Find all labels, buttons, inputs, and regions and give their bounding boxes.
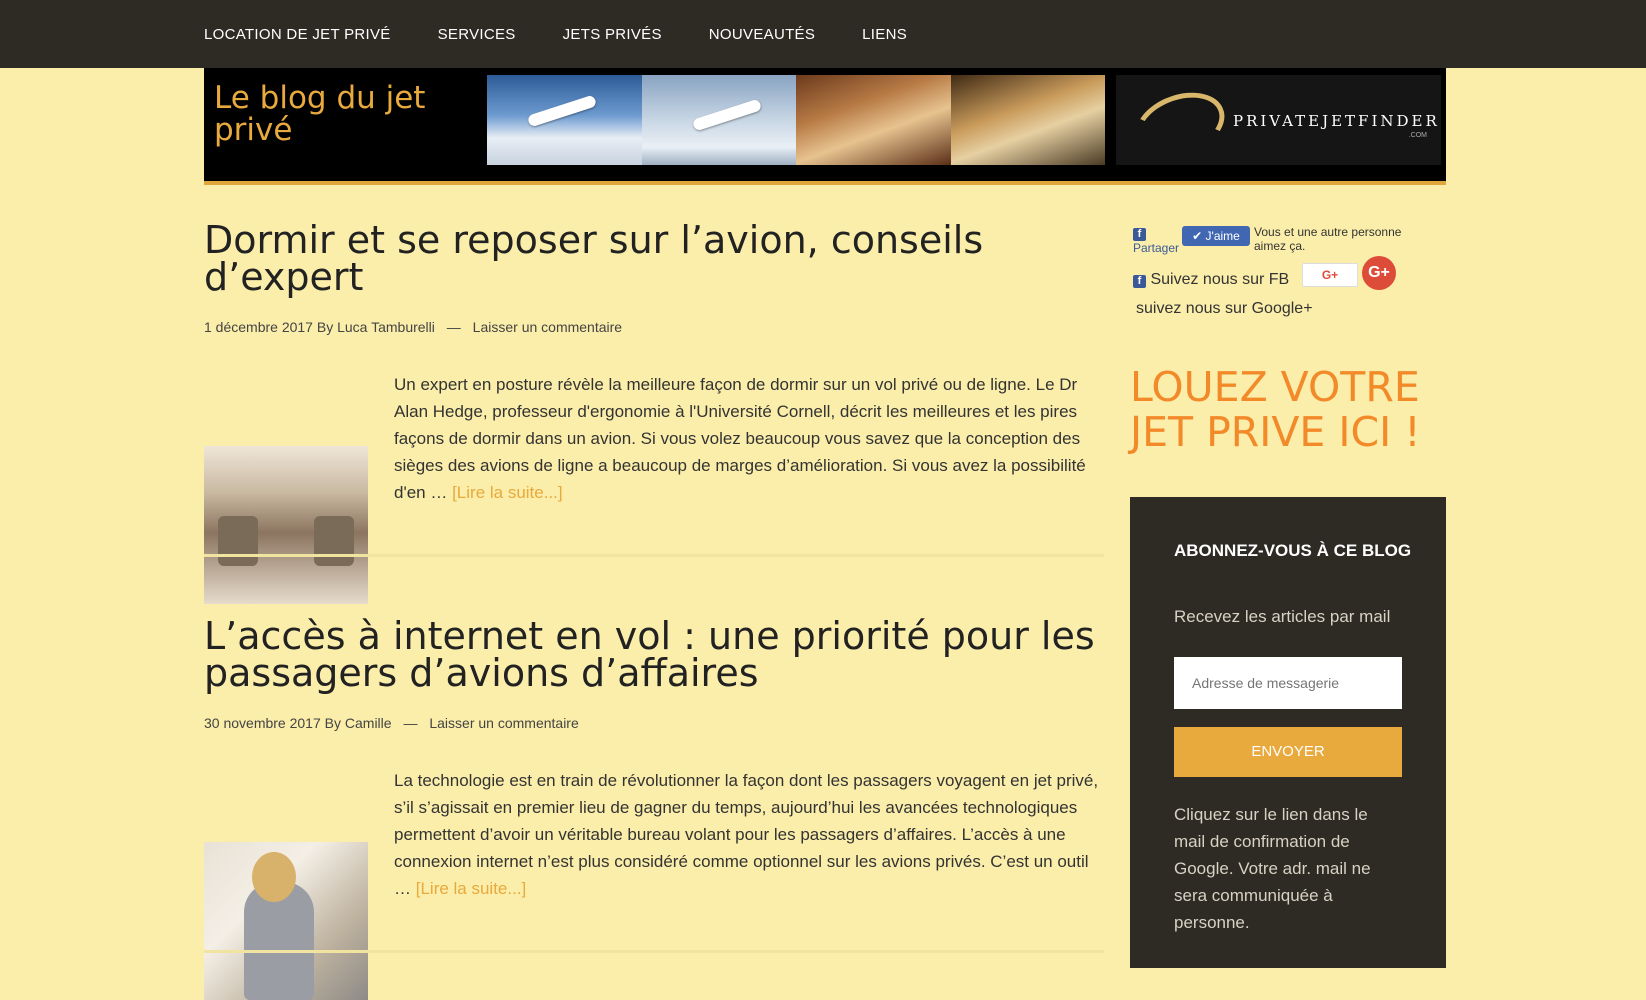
site-title[interactable]: Le blog du jet privé [214, 82, 434, 146]
facebook-icon: f [1133, 228, 1146, 241]
facebook-icon: f [1133, 275, 1146, 288]
jet-cabin-photo [796, 75, 951, 165]
like-count-text: Vous et une autre personne aimez ça. [1254, 225, 1402, 253]
follow-facebook-link[interactable]: f Suivez nous sur FB [1133, 271, 1289, 289]
follow-fb-label: Suivez nous sur FB [1150, 271, 1290, 288]
post-date: 30 novembre 2017 [204, 715, 321, 731]
post-excerpt: Un expert en posture révèle la meilleure… [394, 371, 1104, 506]
post-author[interactable]: Luca Tamburelli [337, 319, 435, 335]
swoosh-icon [1126, 81, 1234, 169]
post-title[interactable]: Dormir et se reposer sur l’avion, consei… [204, 221, 1104, 296]
post-meta: 1 décembre 2017 By Luca Tamburelli — Lai… [204, 319, 622, 335]
subscribe-description: Recevez les articles par mail [1174, 607, 1391, 626]
comment-link[interactable]: Laisser un commentaire [473, 319, 622, 335]
post-author[interactable]: Camille [345, 715, 392, 731]
jet-photo-sky [641, 75, 796, 165]
post-1: Dormir et se reposer sur l’avion, consei… [204, 221, 1104, 604]
top-navigation: LOCATION DE JET PRIVÉ SERVICES JETS PRIV… [0, 0, 1646, 68]
post-divider [204, 554, 1104, 557]
subscribe-title: ABONNEZ-VOUS À CE BLOG [1174, 541, 1412, 560]
facebook-share[interactable]: f Partager [1133, 226, 1179, 255]
brand-logo[interactable]: PRIVATEJETFINDER .COM [1116, 75, 1441, 169]
google-plus-icon[interactable]: G+ [1362, 256, 1396, 290]
check-icon: ✔ [1192, 229, 1203, 243]
passenger-head-shape [252, 852, 296, 902]
meta-separator: — [403, 715, 418, 731]
share-label: Partager [1133, 241, 1180, 255]
post-thumbnail[interactable] [204, 446, 368, 604]
nav-menu: LOCATION DE JET PRIVÉ SERVICES JETS PRIV… [204, 0, 954, 68]
comment-link[interactable]: Laisser un commentaire [429, 715, 578, 731]
google-plus-button[interactable]: G+ [1302, 263, 1358, 287]
post-date: 1 décembre 2017 [204, 319, 313, 335]
post-title[interactable]: L’accès à internet en vol : une priorité… [204, 617, 1104, 692]
seat-shape [314, 516, 354, 566]
brand-sub: .COM [1408, 132, 1427, 139]
post-divider [204, 950, 1104, 953]
rent-jet-cta[interactable]: LOUEZ VOTRE JET PRIVE ICI ! [1130, 365, 1460, 455]
post-by: By [324, 715, 341, 731]
nav-item-services[interactable]: SERVICES [438, 26, 516, 43]
post-by: By [316, 319, 334, 335]
subscribe-button[interactable]: ENVOYER [1174, 727, 1402, 777]
seat-shape [218, 516, 258, 566]
jet-photo-clouds [487, 75, 642, 165]
header-banner: Le blog du jet privé PRIVATEJETFINDER .C… [204, 68, 1446, 185]
brand-name: PRIVATEJETFINDER [1233, 112, 1440, 130]
nav-item-nouveautes[interactable]: NOUVEAUTÉS [709, 26, 815, 43]
facebook-like-button[interactable]: ✔ J'aime [1182, 226, 1250, 246]
nav-item-jets[interactable]: JETS PRIVÉS [563, 26, 662, 43]
follow-google-link[interactable]: suivez nous sur Google+ [1136, 300, 1313, 318]
post-thumbnail[interactable] [204, 842, 368, 1000]
like-label: J'aime [1205, 229, 1240, 243]
meta-separator: — [446, 319, 461, 335]
subscribe-note: Cliquez sur le lien dans le mail de conf… [1174, 805, 1371, 932]
post-2: L’accès à internet en vol : une priorité… [204, 617, 1104, 1000]
nav-item-location[interactable]: LOCATION DE JET PRIVÉ [204, 26, 391, 43]
jet-shape [691, 98, 762, 132]
subscribe-widget: ABONNEZ-VOUS À CE BLOG Recevez les artic… [1130, 497, 1446, 968]
jet-cabin-passengers-photo [950, 75, 1105, 165]
banner-photos [487, 75, 1105, 165]
read-more-link[interactable]: [Lire la suite...] [416, 879, 527, 898]
read-more-link[interactable]: [Lire la suite...] [452, 483, 563, 502]
email-input[interactable] [1174, 657, 1402, 709]
nav-item-liens[interactable]: LIENS [862, 26, 907, 43]
post-meta: 30 novembre 2017 By Camille — Laisser un… [204, 715, 579, 731]
post-excerpt: La technologie est en train de révolutio… [394, 767, 1104, 902]
jet-shape [526, 94, 598, 128]
